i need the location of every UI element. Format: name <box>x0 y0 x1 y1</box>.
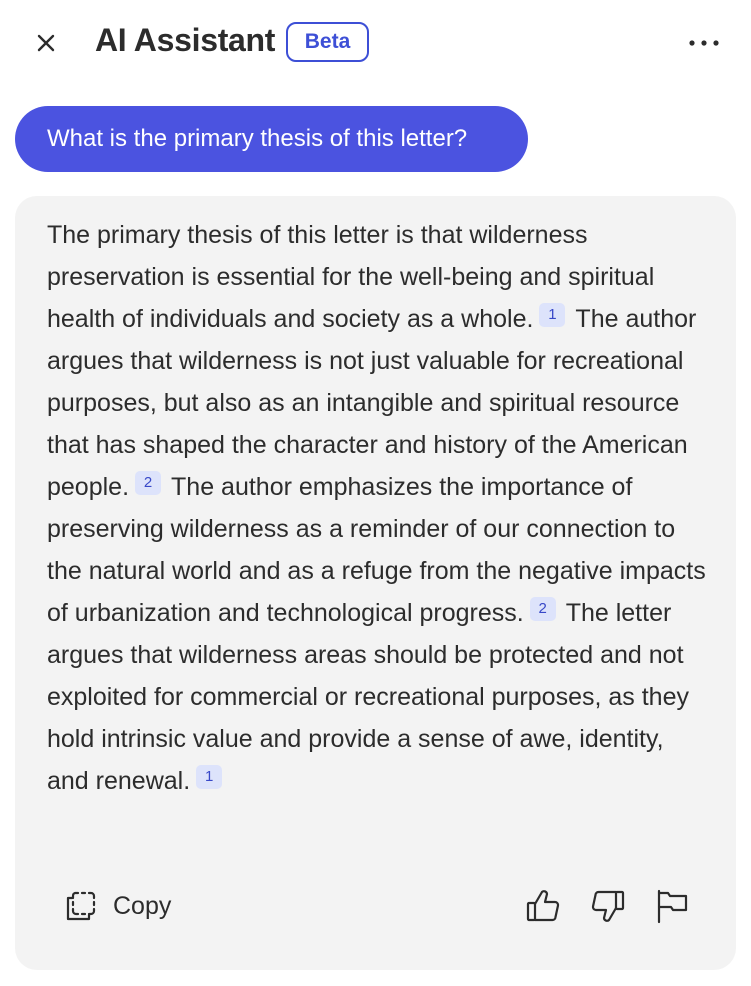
thumbs-down-button[interactable] <box>586 884 630 928</box>
thumbs-up-icon <box>526 890 560 922</box>
panel-title: AI Assistant <box>95 22 276 58</box>
close-button[interactable] <box>30 27 62 59</box>
assistant-header: AI Assistant Beta <box>0 0 751 86</box>
citation-badge[interactable]: 2 <box>529 597 556 621</box>
citation-badge[interactable]: 1 <box>196 765 223 789</box>
more-options-button[interactable] <box>684 28 724 58</box>
answer-segment: The letter argues that wilderness areas … <box>47 599 689 795</box>
citation-badge[interactable]: 1 <box>539 303 566 327</box>
assistant-answer-card: The primary thesis of this letter is tha… <box>15 196 736 970</box>
copy-label: Copy <box>113 891 172 920</box>
flag-icon <box>657 889 688 924</box>
user-question-text: What is the primary thesis of this lette… <box>47 125 468 152</box>
flag-button[interactable] <box>650 884 694 928</box>
more-options-icon <box>689 40 719 46</box>
copy-icon <box>66 891 96 921</box>
close-icon <box>37 34 55 52</box>
thumbs-down-icon <box>591 890 625 922</box>
citation-badge[interactable]: 2 <box>135 471 162 495</box>
beta-badge: Beta <box>286 22 369 62</box>
copy-button[interactable]: Copy <box>63 882 171 930</box>
user-question-bubble: What is the primary thesis of this lette… <box>15 106 528 172</box>
thumbs-up-button[interactable] <box>521 884 565 928</box>
answer-text: The primary thesis of this letter is tha… <box>47 214 712 802</box>
